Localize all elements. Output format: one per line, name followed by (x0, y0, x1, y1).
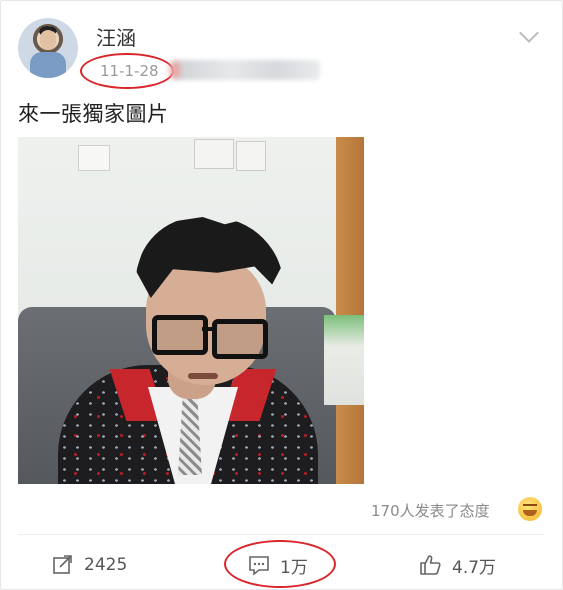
avatar[interactable] (18, 18, 78, 78)
share-icon (53, 555, 72, 574)
reaction-summary[interactable]: 170人发表了态度 (371, 500, 490, 521)
timestamp-annotation-circle (80, 53, 174, 89)
share-count: 2425 (84, 555, 128, 575)
glasses-lens-right (212, 319, 268, 359)
username[interactable]: 汪涵 (96, 22, 136, 51)
glasses-bridge (202, 327, 214, 331)
divider (18, 534, 544, 535)
laughing-face-icon[interactable] (518, 497, 542, 521)
like-button[interactable]: 4.7万 (418, 552, 496, 578)
glasses-lens-left (152, 315, 208, 355)
mouth (188, 373, 218, 379)
thumbs-up-icon (420, 555, 441, 575)
wall-switch (194, 139, 234, 169)
wood-panel (336, 137, 364, 484)
post-text: 來一張獨家圖片 (18, 102, 169, 126)
post-photo[interactable] (18, 137, 364, 484)
tissue-box (324, 315, 364, 405)
wall-switch (78, 145, 110, 171)
wall-switch (236, 141, 266, 171)
avatar-body (30, 52, 66, 78)
blurred-source (172, 60, 320, 80)
share-button[interactable]: 2425 (52, 552, 127, 578)
comment-annotation-circle (224, 540, 336, 588)
avatar-face (40, 30, 56, 50)
like-count: 4.7万 (452, 557, 497, 578)
